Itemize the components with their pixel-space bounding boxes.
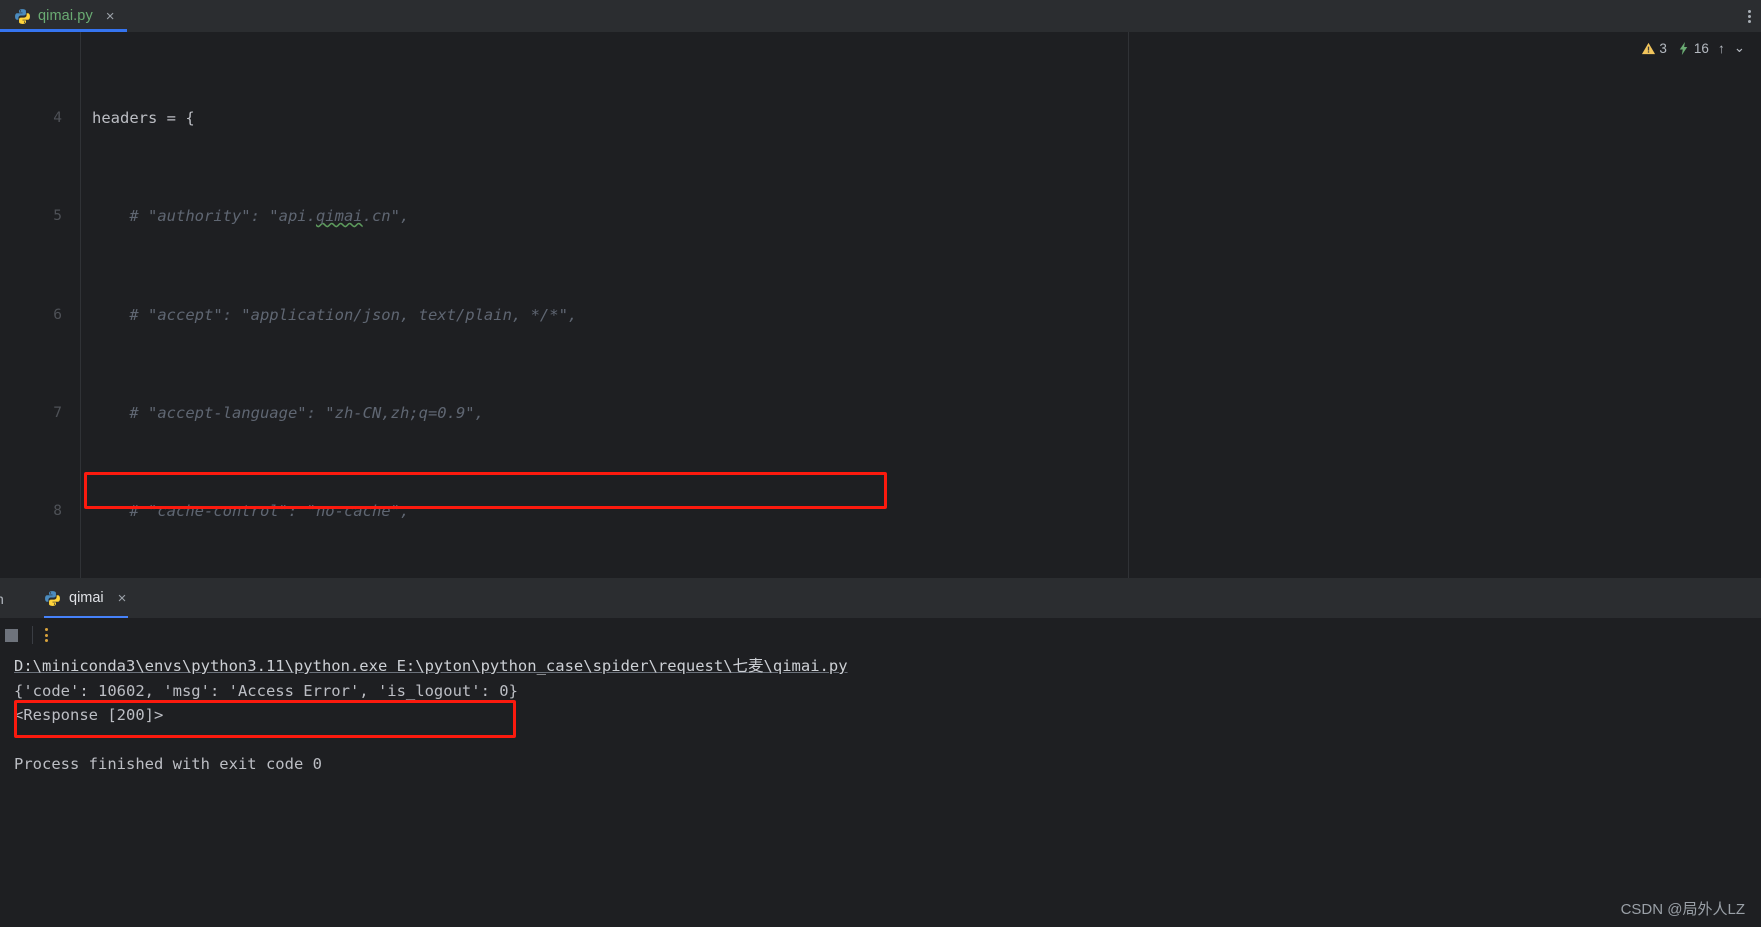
- line-number: 5: [53, 208, 62, 225]
- active-run-tab-indicator: [44, 616, 129, 618]
- inspection-widget[interactable]: 3 16 ↑ ⌄: [1641, 40, 1745, 56]
- scroll-up-icon[interactable]: ↑: [1718, 41, 1725, 56]
- toolbar-divider: [32, 626, 33, 644]
- token: .cn",: [362, 207, 410, 226]
- code-line: 8 # "cache-control": "no-cache",: [0, 499, 1761, 524]
- code-line: 6 # "accept": "application/json, text/pl…: [0, 303, 1761, 328]
- line-text: # "cache-control": "no-cache",: [92, 502, 410, 521]
- warning-indicator[interactable]: 3: [1641, 41, 1667, 56]
- code-line: 4 headers = {: [0, 106, 1761, 131]
- run-tab-qimai[interactable]: qimai ×: [40, 578, 134, 618]
- editor-tab-bar: qimai.py ×: [0, 0, 1761, 32]
- python-run-icon: [45, 590, 60, 606]
- line-text: # "accept": "application/json, text/plai…: [92, 305, 578, 324]
- code-line: 5 # "authority": "api.qimai.cn",: [0, 204, 1761, 229]
- stop-button[interactable]: [5, 628, 18, 642]
- run-toolbar: [0, 618, 1761, 652]
- code-line: 7 # "accept-language": "zh-CN,zh;q=0.9",: [0, 401, 1761, 426]
- line-number: 4: [53, 109, 62, 126]
- run-tab-bar: n qimai ×: [0, 578, 1761, 618]
- weak-warning-indicator[interactable]: 16: [1676, 41, 1709, 56]
- chevron-down-icon[interactable]: ⌄: [1734, 40, 1745, 56]
- line-text: # "accept-language": "zh-CN,zh;q=0.9",: [92, 403, 484, 422]
- console-response: <Response [200]>: [14, 706, 164, 725]
- line-number: 8: [53, 503, 62, 520]
- line-number: 7: [53, 404, 62, 421]
- weak-warning-icon: [1679, 41, 1688, 55]
- token: = {: [157, 108, 195, 127]
- console-output[interactable]: D:\miniconda3\envs\python3.11\python.exe…: [0, 652, 1761, 777]
- code-content: 4 headers = { 5 # "authority": "api.qima…: [0, 32, 1761, 578]
- console-command[interactable]: D:\miniconda3\envs\python3.11\python.exe…: [14, 657, 848, 675]
- editor-tab-label: qimai.py: [38, 8, 93, 24]
- warning-triangle-icon: [1642, 42, 1656, 54]
- weak-warning-count: 16: [1693, 40, 1709, 56]
- token: # "authority": "api.: [92, 207, 316, 226]
- close-icon[interactable]: ×: [106, 9, 115, 24]
- line-text: # "authority": "api.qimai.cn",: [80, 204, 409, 229]
- editor-tab-qimai-py[interactable]: qimai.py ×: [0, 0, 127, 32]
- line-number: 6: [53, 306, 62, 323]
- more-options-icon[interactable]: [45, 628, 48, 642]
- token: headers: [92, 108, 158, 127]
- warning-count: 3: [1659, 40, 1667, 56]
- clipped-tool-label: n: [0, 591, 4, 607]
- run-tab-label: qimai: [69, 590, 104, 606]
- code-editor[interactable]: 4 headers = { 5 # "authority": "api.qima…: [0, 32, 1761, 578]
- more-options-icon[interactable]: [1748, 0, 1751, 32]
- console-exit-status: Process finished with exit code 0: [14, 755, 322, 774]
- console-result: {'code': 10602, 'msg': 'Access Error', '…: [14, 681, 518, 700]
- token: qimai: [315, 207, 363, 226]
- line-text: headers = {: [80, 106, 195, 131]
- python-file-icon: [15, 8, 30, 24]
- run-tool-window: n qimai × D:\miniconda3\envs\python3.11\…: [0, 578, 1761, 927]
- watermark: CSDN @局外人LZ: [1620, 901, 1745, 918]
- close-icon[interactable]: ×: [118, 591, 127, 606]
